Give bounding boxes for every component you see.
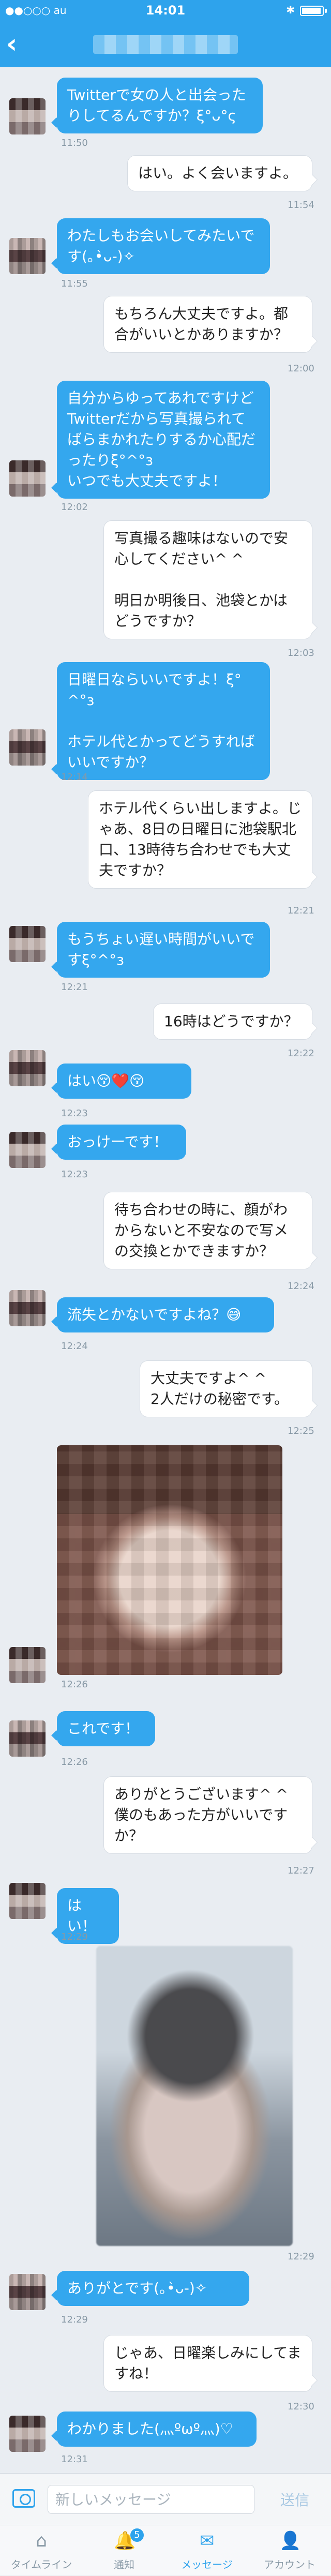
- avatar[interactable]: [9, 238, 46, 274]
- message-bubble-outgoing: もちろん大丈夫ですよ。都合がいいとかありますか？: [103, 296, 312, 353]
- message-timestamp: 11:55: [61, 278, 88, 289]
- tab-timeline[interactable]: ⌂ タイムライン: [0, 2525, 83, 2576]
- message-bubble-outgoing: 16時はどうですか？: [153, 1004, 312, 1040]
- tab-label: アカウント: [264, 2558, 315, 2571]
- avatar[interactable]: [9, 2416, 46, 2452]
- tab-messages[interactable]: ✉ メッセージ: [166, 2525, 248, 2576]
- clock: 14:01: [145, 3, 186, 18]
- message-timestamp: 12:23: [61, 1169, 88, 1180]
- avatar[interactable]: [9, 1647, 46, 1683]
- avatar[interactable]: [9, 2274, 46, 2310]
- battery-icon: [300, 6, 324, 16]
- avatar[interactable]: [9, 729, 46, 766]
- message-bubble-incoming: Twitterで女の人と出会ったりしてるんですか？ξ°ᴗ°ς: [57, 78, 263, 133]
- message-timestamp: 12:26: [61, 1757, 88, 1768]
- tab-account[interactable]: 👤 アカウント: [248, 2525, 331, 2576]
- message-timestamp: 12:22: [288, 1048, 314, 1059]
- bluetooth-icon: ✱: [286, 4, 295, 16]
- message-timestamp: 12:29: [288, 2251, 314, 2262]
- message-bubble-outgoing: 写真撮る趣味はないので安心してください^ ^ 明日か明後日、池袋とかはどうですか…: [103, 520, 312, 639]
- message-timestamp: 12:27: [288, 1865, 314, 1876]
- message-timestamp: 12:29: [61, 1931, 88, 1942]
- avatar[interactable]: [9, 98, 46, 134]
- message-timestamp: 12:24: [61, 1341, 88, 1352]
- message-bubble-outgoing: 大丈夫ですよ^ ^ 2人だけの秘密です。: [140, 1360, 312, 1417]
- message-timestamp: 11:50: [61, 138, 88, 148]
- message-bubble-incoming: ありがとです(｡•̀ᴗ-)✧: [57, 2271, 249, 2306]
- avatar[interactable]: [9, 460, 46, 497]
- nav-bar: ‹: [0, 21, 331, 67]
- avatar[interactable]: [9, 1883, 46, 1919]
- message-bubble-incoming: おっけーです！: [57, 1125, 186, 1160]
- avatar[interactable]: [9, 1132, 46, 1168]
- message-timestamp: 12:25: [288, 1426, 314, 1436]
- tab-label: メッセージ: [181, 2558, 233, 2571]
- message-timestamp: 12:31: [61, 2454, 88, 2465]
- message-bubble-incoming: はい😚❤️😚: [57, 1064, 191, 1099]
- message-timestamp: 11:54: [288, 200, 314, 211]
- message-bubble-incoming: もうちょい遅い時間がいいですξ°^°ɜ: [57, 922, 270, 978]
- image-attachment[interactable]: [57, 1445, 282, 1675]
- message-timestamp: 12:14: [61, 772, 88, 783]
- message-timestamp: 12:21: [288, 905, 314, 916]
- message-bubble-outgoing: 待ち合わせの時に、顔がわからないと不安なので写メの交換とかできますか？: [103, 1192, 312, 1269]
- message-bubble-outgoing: ホテル代くらい出しますよ。じゃあ、8日の日曜日に池袋駅北口、13時待ち合わせでも…: [88, 790, 312, 889]
- message-bubble-outgoing: はい。よく会いますよ。: [127, 155, 312, 191]
- tab-notifications[interactable]: 🔔 5 通知: [83, 2525, 166, 2576]
- home-icon: ⌂: [36, 2530, 47, 2551]
- message-timestamp: 12:30: [288, 2401, 314, 2412]
- avatar[interactable]: [9, 1290, 46, 1326]
- avatar[interactable]: [9, 926, 46, 962]
- message-bubble-incoming: わたしもお会いしてみたいです(｡•̀ᴗ-)✧: [57, 218, 270, 274]
- send-button[interactable]: 送信: [269, 2485, 321, 2514]
- message-bubble-outgoing: じゃあ、日曜楽しみにしてますね！: [103, 2335, 312, 2392]
- tab-label: タイムライン: [10, 2558, 72, 2571]
- message-timestamp: 12:23: [61, 1108, 88, 1119]
- message-timestamp: 12:26: [61, 1679, 88, 1690]
- message-timestamp: 12:03: [288, 648, 314, 658]
- back-icon[interactable]: ‹: [6, 30, 29, 58]
- person-icon: 👤: [279, 2530, 302, 2551]
- message-bubble-incoming: 流失とかないですよね？😅: [57, 1297, 274, 1332]
- avatar[interactable]: [9, 1050, 46, 1086]
- message-bubble-outgoing: ありがとうございます^ ^ 僕のもあった方がいいですか？: [103, 1776, 312, 1854]
- notification-badge: 5: [130, 2528, 144, 2542]
- conversation-title-redacted: [93, 35, 238, 54]
- camera-icon[interactable]: [12, 2489, 35, 2508]
- tab-bar: ⌂ タイムライン 🔔 5 通知 ✉ メッセージ 👤 アカウント: [0, 2525, 331, 2575]
- message-timestamp: 12:00: [288, 363, 314, 374]
- envelope-icon: ✉: [199, 2530, 215, 2551]
- avatar[interactable]: [9, 1720, 46, 1757]
- message-input[interactable]: [48, 2485, 254, 2514]
- message-bubble-incoming: わかりました(灬ºωº灬)♡: [57, 2412, 257, 2447]
- message-bubble-incoming: これです！: [57, 1711, 155, 1746]
- message-timestamp: 12:21: [61, 982, 88, 993]
- message-bubble-incoming: 自分からゆってあれですけどTwitterだから写真撮られてばらまかれたりするか心…: [57, 381, 270, 499]
- message-composer: 送信: [0, 2473, 331, 2525]
- message-timestamp: 12:24: [288, 1281, 314, 1292]
- message-timestamp: 12:29: [61, 2314, 88, 2325]
- battery-tip: [325, 9, 327, 13]
- tab-label: 通知: [114, 2558, 134, 2571]
- message-bubble-incoming: 日曜日ならいいですよ！ξ°^°ɜ ホテル代とかってどうすればいいですか？: [57, 662, 270, 780]
- status-bar: ●●○○○ au 14:01 ✱: [0, 0, 331, 21]
- image-attachment[interactable]: [96, 1946, 293, 2246]
- message-timestamp: 12:02: [61, 502, 88, 513]
- message-thread[interactable]: Twitterで女の人と出会ったりしてるんですか？ξ°ᴗ°ς 11:50 はい。…: [0, 67, 331, 2473]
